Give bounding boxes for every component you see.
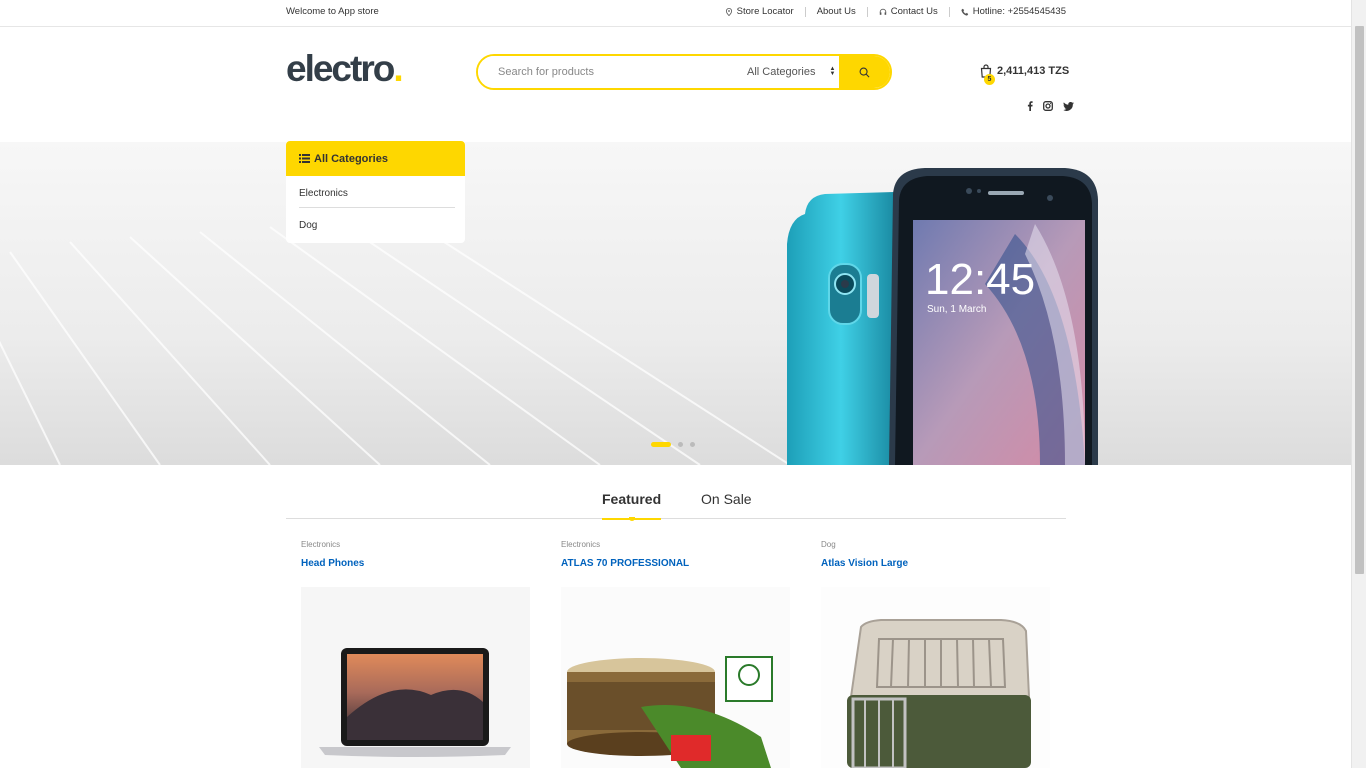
product-category[interactable]: Dog [821, 540, 1051, 549]
top-bar: Welcome to App store Store Locator About… [0, 0, 1351, 27]
headset-icon [879, 8, 886, 15]
search-button[interactable] [839, 56, 890, 88]
category-item-dog[interactable]: Dog [299, 208, 455, 243]
tab-featured[interactable]: Featured [602, 491, 662, 520]
cart-total: 2,411,413 TZS [997, 65, 1070, 77]
divider [948, 6, 950, 17]
hero-background [0, 219, 791, 465]
site-logo[interactable]: electro. [286, 48, 404, 90]
list-icon [299, 154, 310, 163]
product-category[interactable]: Electronics [301, 540, 531, 549]
product-name[interactable]: ATLAS 70 PROFESSIONAL [561, 558, 791, 569]
product-card[interactable]: Dog Atlas Vision Large [821, 540, 1051, 768]
laptop-image[interactable] [301, 587, 530, 768]
scrollbar-thumb[interactable] [1355, 26, 1364, 574]
hotline-label: Hotline: +2554545435 [972, 6, 1066, 17]
search-icon [859, 67, 870, 77]
select-arrows-icon: ▲ ▼ [829, 66, 836, 77]
phone-icon [961, 8, 968, 16]
tab-on-sale[interactable]: On Sale [701, 491, 752, 507]
store-locator-link[interactable]: Store Locator [725, 6, 794, 17]
instagram-icon[interactable] [1043, 101, 1053, 111]
category-item-electronics[interactable]: Electronics [299, 176, 455, 208]
slide-dot-1[interactable] [651, 442, 671, 447]
logo-text: electro [286, 48, 395, 89]
search-bar: All Categories ▲▼ [476, 54, 892, 90]
social-links [1027, 101, 1074, 111]
top-links: Store Locator About Us Contact Us Hotlin… [725, 6, 1066, 17]
cart-icon: 5 [980, 64, 995, 85]
welcome-text: Welcome to App store [286, 6, 379, 17]
all-categories-header[interactable]: All Categories [286, 141, 465, 176]
store-locator-label: Store Locator [736, 6, 794, 17]
pet-carrier-image[interactable] [821, 587, 1050, 768]
product-category[interactable]: Electronics [561, 540, 791, 549]
twitter-icon[interactable] [1063, 101, 1074, 111]
product-tabs: Featured On Sale [286, 488, 1066, 521]
hotline-link[interactable]: Hotline: +2554545435 [961, 6, 1066, 17]
map-pin-icon [725, 7, 732, 16]
divider [866, 6, 868, 17]
category-select-value: All Categories [747, 66, 816, 78]
product-name[interactable]: Atlas Vision Large [821, 558, 1051, 569]
product-card[interactable]: Electronics Head Phones [301, 540, 531, 768]
smartphone-image: 12:45 Sun, 1 March [787, 168, 1098, 465]
about-us-link[interactable]: About Us [817, 6, 856, 17]
page-scrollbar[interactable] [1351, 0, 1366, 768]
cat-food-can-image[interactable] [561, 587, 790, 768]
slide-dot-3[interactable] [690, 442, 695, 447]
all-categories-label: All Categories [314, 152, 388, 165]
product-name[interactable]: Head Phones [301, 558, 531, 569]
phone-time: 12:45 [925, 255, 1035, 304]
divider [804, 6, 806, 17]
category-select[interactable]: All Categories ▲ ▼ [739, 56, 839, 88]
slide-dot-2[interactable] [678, 442, 683, 447]
hero-slider[interactable]: 12:45 Sun, 1 March [0, 142, 1351, 465]
contact-us-link[interactable]: Contact Us [879, 6, 938, 17]
mini-cart[interactable]: 5 2,411,413 TZS [980, 64, 1070, 85]
slider-pagination [651, 442, 695, 447]
logo-dot: . [393, 48, 403, 89]
product-card[interactable]: Electronics ATLAS 70 PROFESSIONAL [561, 540, 791, 768]
facebook-icon[interactable] [1027, 101, 1033, 111]
cart-count-badge: 5 [984, 74, 995, 85]
search-input[interactable] [478, 56, 739, 88]
category-menu: All Categories Electronics Dog [286, 141, 465, 243]
contact-us-label: Contact Us [890, 6, 938, 17]
about-us-label: About Us [816, 6, 856, 17]
active-tab-indicator [629, 517, 635, 521]
phone-date: Sun, 1 March [927, 304, 986, 315]
